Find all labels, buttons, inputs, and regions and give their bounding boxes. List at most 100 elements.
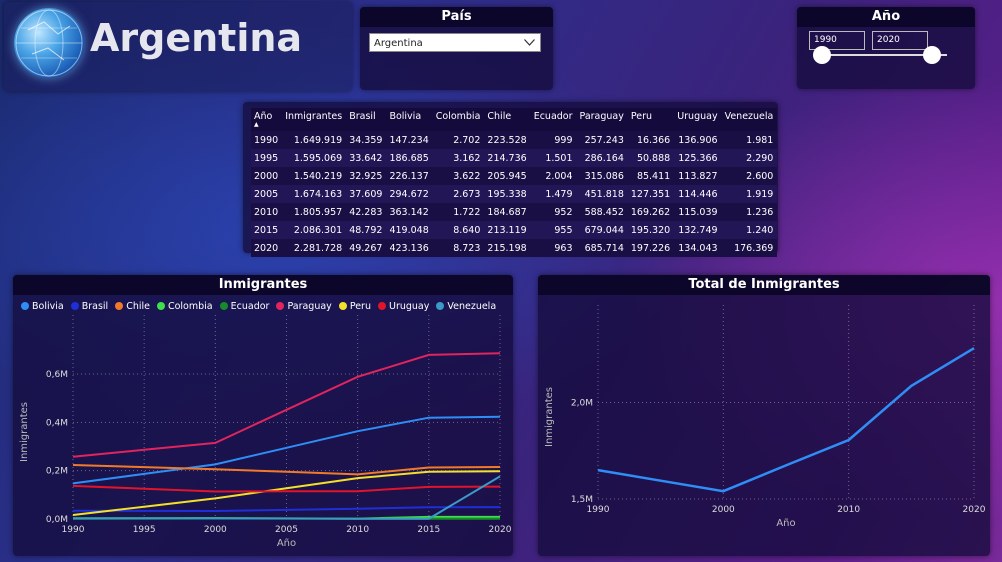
- table-cell: 451.818: [576, 185, 628, 203]
- table-cell: 679.044: [576, 221, 628, 239]
- table-cell: 169.262: [627, 203, 675, 221]
- total-immigrants-line-chart: 1990 2000 2010 2020 1,5M 2,0M Año Inmigrantes: [544, 305, 986, 529]
- column-header-año[interactable]: Año ▲: [251, 108, 283, 131]
- data-table-panel: Año ▲ Inmigrantes Brasil Bolivia Colombia Chil…: [243, 102, 778, 257]
- table-cell: 1.479: [530, 185, 577, 203]
- x-axis-label: Año: [277, 538, 296, 549]
- table-cell: 195.320: [627, 221, 675, 239]
- table-cell: 963: [530, 239, 577, 257]
- year-filter-title: Año: [797, 7, 975, 27]
- column-header-chile[interactable]: Chile: [484, 108, 531, 131]
- table-cell: 588.452: [576, 203, 628, 221]
- column-header-inmigrantes[interactable]: Inmigrantes: [282, 108, 347, 131]
- table-cell: 147.234: [386, 131, 433, 149]
- table-cell: 2.673: [432, 185, 485, 203]
- table-cell: 215.198: [484, 239, 531, 257]
- table-row: 2010 1.805.957 42.283 363.142 1.722 184.687 95…: [251, 203, 778, 221]
- table-cell: 955: [530, 221, 577, 239]
- series-line-venezuela: [72, 475, 501, 520]
- table-cell: 214.736: [484, 149, 531, 167]
- column-header-uruguay[interactable]: Uruguay: [674, 108, 722, 131]
- immigrants-by-country-chart-panel: Inmigrantes Bolivia Brasil Chile Colombia Ec…: [13, 275, 513, 556]
- y-tick-label: 0,6M: [46, 370, 68, 380]
- table-cell: 999: [530, 131, 577, 149]
- table-cell: 2005: [251, 185, 283, 203]
- y-tick-label: 2,0M: [571, 399, 593, 409]
- country-select[interactable]: Argentina: [369, 33, 541, 52]
- x-tick-label: 2010: [346, 525, 369, 535]
- series-line-total: [597, 347, 975, 493]
- table-header-row: Año ▲ Inmigrantes Brasil Bolivia Colombia Chil…: [251, 108, 778, 131]
- y-axis-label: Inmigrantes: [544, 387, 555, 447]
- x-tick-label: 2020: [963, 505, 986, 515]
- table-cell: 2.004: [530, 167, 577, 185]
- table-cell: 1.501: [530, 149, 577, 167]
- table-cell: 286.164: [576, 149, 628, 167]
- table-cell: 2.281.728: [282, 239, 347, 257]
- table-cell: 42.283: [346, 203, 387, 221]
- table-cell: 32.925: [346, 167, 387, 185]
- column-header-colombia[interactable]: Colombia: [432, 108, 485, 131]
- y-tick-label: 0,0M: [46, 515, 68, 525]
- series-line-peru: [72, 470, 501, 516]
- table-cell: 3.622: [432, 167, 485, 185]
- chart-title: Total de Inmigrantes: [538, 275, 990, 295]
- x-axis-label: Año: [776, 518, 795, 529]
- country-select-value: Argentina: [374, 38, 423, 49]
- table-cell: 2.702: [432, 131, 485, 149]
- x-tick-label: 2000: [712, 505, 735, 515]
- column-header-ecuador[interactable]: Ecuador: [530, 108, 577, 131]
- table-cell: 37.609: [346, 185, 387, 203]
- table-cell: 1.236: [721, 203, 778, 221]
- table-cell: 1.805.957: [282, 203, 347, 221]
- table-cell: 8.723: [432, 239, 485, 257]
- column-header-venezuela[interactable]: Venezuela: [721, 108, 778, 131]
- table-cell: 85.411: [627, 167, 675, 185]
- title-panel: Argentina: [4, 2, 352, 91]
- table-cell: 1995: [251, 149, 283, 167]
- table-cell: 1.981: [721, 131, 778, 149]
- table-cell: 114.446: [674, 185, 722, 203]
- year-slider-start-handle[interactable]: [813, 46, 831, 64]
- table-cell: 1.595.069: [282, 149, 347, 167]
- table-cell: 226.137: [386, 167, 433, 185]
- table-row: 1990 1.649.919 34.359 147.234 2.702 223.528 99…: [251, 131, 778, 149]
- column-header-brasil[interactable]: Brasil: [346, 108, 387, 131]
- table-cell: 952: [530, 203, 577, 221]
- column-header-bolivia[interactable]: Bolivia: [386, 108, 433, 131]
- table-cell: 294.672: [386, 185, 433, 203]
- country-filter-title: País: [360, 7, 553, 27]
- table-cell: 2015: [251, 221, 283, 239]
- table-cell: 48.792: [346, 221, 387, 239]
- table-row: 2005 1.674.163 37.609 294.672 2.673 195.338 1.…: [251, 185, 778, 203]
- table-cell: 2010: [251, 203, 283, 221]
- column-header-paraguay[interactable]: Paraguay: [576, 108, 628, 131]
- x-tick-label: 2005: [275, 525, 298, 535]
- column-header-peru[interactable]: Peru: [627, 108, 675, 131]
- table-cell: 2000: [251, 167, 283, 185]
- table-cell: 213.119: [484, 221, 531, 239]
- table-cell: 113.827: [674, 167, 722, 185]
- table-cell: 34.359: [346, 131, 387, 149]
- x-tick-label: 2000: [204, 525, 227, 535]
- table-cell: 186.685: [386, 149, 433, 167]
- table-cell: 2.600: [721, 167, 778, 185]
- y-tick-label: 1,5M: [571, 495, 593, 505]
- table-cell: 134.043: [674, 239, 722, 257]
- table-cell: 136.906: [674, 131, 722, 149]
- year-filter-panel: Año 1990 2020: [797, 7, 975, 89]
- table-cell: 223.528: [484, 131, 531, 149]
- table-cell: 125.366: [674, 149, 722, 167]
- x-tick-label: 1990: [62, 525, 85, 535]
- table-cell: 184.687: [484, 203, 531, 221]
- table-cell: 2020: [251, 239, 283, 257]
- chart-title: Inmigrantes: [13, 275, 513, 295]
- year-to-input[interactable]: 2020: [872, 31, 928, 50]
- table-cell: 423.136: [386, 239, 433, 257]
- table-cell: 33.642: [346, 149, 387, 167]
- table-cell: 205.945: [484, 167, 531, 185]
- table-cell: 16.366: [627, 131, 675, 149]
- year-slider-end-handle[interactable]: [923, 46, 941, 64]
- data-table: Año ▲ Inmigrantes Brasil Bolivia Colombia Chil…: [251, 108, 778, 257]
- table-cell: 1.540.219: [282, 167, 347, 185]
